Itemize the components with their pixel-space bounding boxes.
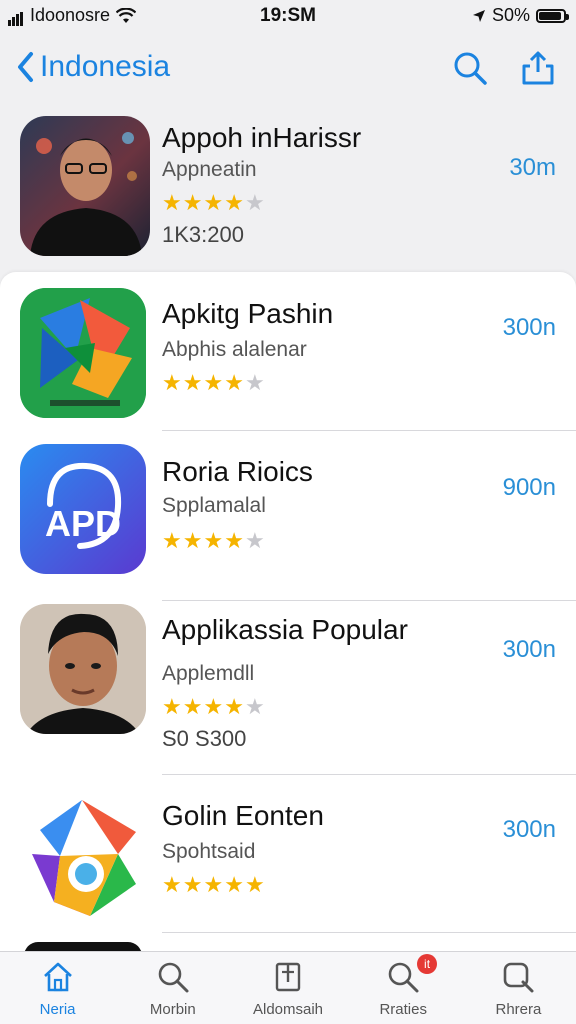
featured-app-icon <box>20 116 150 256</box>
abstract-logo-icon <box>20 288 146 418</box>
notification-badge: it <box>417 954 438 974</box>
star-filled-icon: ★ <box>203 694 225 719</box>
get-price-button[interactable]: 30m <box>509 154 556 182</box>
star-filled-icon: ★ <box>224 694 245 719</box>
get-price-button[interactable]: 900n <box>503 474 556 502</box>
app-subtitle: Spohtsaid <box>162 840 256 863</box>
get-price-button[interactable]: 300n <box>503 636 556 664</box>
list-item[interactable]: Golin Eonten Spohtsaid ★★★★★ 300n <box>0 776 576 936</box>
app-name: Apkitg Pashin <box>162 298 334 329</box>
app-name: Roria Rioics <box>162 456 313 487</box>
search-icon <box>158 962 189 993</box>
star-filled-icon: ★ <box>203 190 225 215</box>
search-icon <box>388 962 419 993</box>
list-item[interactable]: APD Roria Rioics Spplamalal ★★★★★ 900n <box>0 432 576 601</box>
star-filled-icon: ★ <box>203 370 225 395</box>
app-icon <box>20 604 146 734</box>
star-empty-icon: ★ <box>244 370 266 395</box>
star-filled-icon: ★ <box>224 370 245 395</box>
tab-item[interactable]: Neria <box>0 952 115 1024</box>
star-filled-icon: ★ <box>162 190 183 215</box>
get-price-button[interactable]: 300n <box>503 816 556 844</box>
star-filled-icon: ★ <box>162 694 183 719</box>
star-rating: ★★★★★ <box>162 190 266 216</box>
get-price-button[interactable]: 300n <box>503 314 556 342</box>
star-empty-icon: ★ <box>244 528 266 553</box>
star-filled-icon: ★ <box>162 528 183 553</box>
list-item[interactable]: Applikassia Popular Applemdll ★★★★★ S0 S… <box>0 600 576 776</box>
star-filled-icon: ★ <box>182 528 204 553</box>
star-filled-icon: ★ <box>182 872 204 897</box>
star-filled-icon: ★ <box>203 872 225 897</box>
home-icon <box>43 962 72 992</box>
star-empty-icon: ★ <box>244 694 266 719</box>
star-filled-icon: ★ <box>182 190 204 215</box>
star-filled-icon: ★ <box>224 190 245 215</box>
app-name: Golin Eonten <box>162 800 324 831</box>
star-rating: ★★★★★ <box>162 694 266 720</box>
app-icon: APD <box>20 444 146 574</box>
colorful-logo-icon <box>32 800 136 916</box>
tab-label: Morbin <box>149 1001 196 1018</box>
featured-app-subtitle: Appneatin <box>162 158 257 181</box>
featured-app-name: Appoh inHarissr <box>162 122 362 153</box>
apd-logo-icon: APD <box>45 462 121 549</box>
tab-label: Neria <box>39 1001 76 1018</box>
star-filled-icon: ★ <box>224 872 245 897</box>
tab-bar: Neria Morbin Aldomsaih it Rraties Rhrera <box>0 951 576 1024</box>
search-icon <box>504 962 534 993</box>
divider <box>162 774 576 775</box>
tab-label: Aldomsaih <box>252 1001 324 1018</box>
tab-item[interactable]: Morbin <box>115 952 230 1024</box>
tab-label: Rraties <box>379 1001 427 1018</box>
rating-count: 1K3:200 <box>162 222 244 247</box>
app-subtitle: Abphis alalenar <box>162 338 307 361</box>
tab-item[interactable]: Rhrera <box>461 952 576 1024</box>
tab-item[interactable]: Aldomsaih <box>230 952 345 1024</box>
star-rating: ★★★★★ <box>162 370 266 396</box>
star-filled-icon: ★ <box>182 370 204 395</box>
app-subtitle: Spplamalal <box>162 494 266 517</box>
star-empty-icon: ★ <box>244 190 266 215</box>
star-filled-icon: ★ <box>244 872 266 897</box>
app-name: Applikassia Popular <box>162 614 408 645</box>
star-filled-icon: ★ <box>162 872 183 897</box>
app-icon <box>20 288 146 418</box>
divider <box>162 430 576 431</box>
list-item[interactable]: Apkitg Pashin Abphis alalenar ★★★★★ 300n <box>0 272 576 432</box>
star-filled-icon: ★ <box>162 370 183 395</box>
app-subtitle: Applemdll <box>162 662 255 685</box>
person-avatar-icon <box>30 132 142 256</box>
star-filled-icon: ★ <box>182 694 204 719</box>
star-filled-icon: ★ <box>203 528 225 553</box>
star-filled-icon: ★ <box>224 528 245 553</box>
tab-label: Rhrera <box>495 1001 542 1018</box>
apd-logo-text: APD <box>45 503 121 544</box>
tab-item[interactable]: it Rraties <box>346 952 461 1024</box>
app-icon <box>20 794 146 924</box>
person-avatar-icon <box>20 604 146 734</box>
rating-count: S0 S300 <box>162 726 247 751</box>
bookmark-icon <box>275 962 301 992</box>
divider <box>162 932 576 933</box>
featured-app[interactable]: Appoh inHarissr Appneatin ★★★★★ 1K3:200 … <box>0 0 576 270</box>
star-rating: ★★★★★ <box>162 528 266 554</box>
star-rating: ★★★★★ <box>162 872 266 898</box>
